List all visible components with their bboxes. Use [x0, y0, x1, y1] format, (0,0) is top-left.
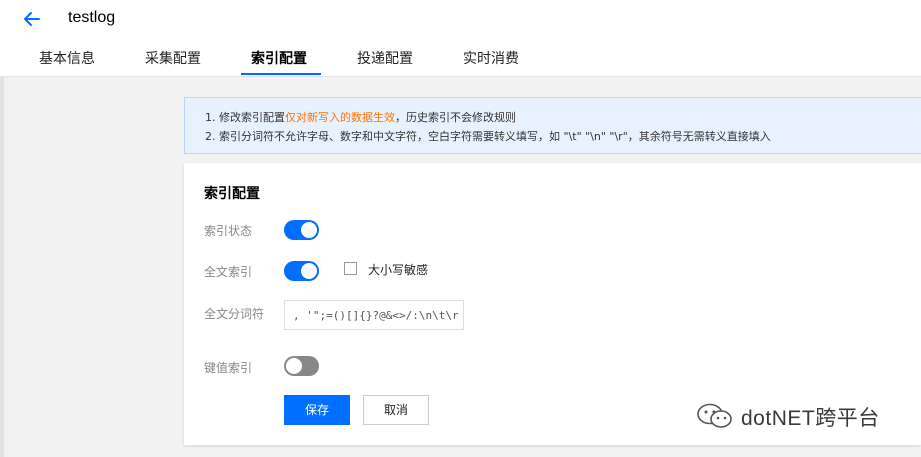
tab-basic-info[interactable]: 基本信息	[39, 48, 95, 76]
tab-label: 投递配置	[357, 51, 413, 67]
notice-text: 1. 修改索引配置	[205, 111, 285, 124]
sidebar-edge	[0, 77, 4, 457]
tab-label: 采集配置	[145, 51, 201, 67]
notice-text: ，历史索引不会修改规则	[395, 111, 516, 124]
save-button[interactable]: 保存	[284, 395, 350, 425]
notice-highlight: 仅对新写入的数据生效	[285, 111, 395, 124]
tab-realtime-consume[interactable]: 实时消费	[463, 48, 519, 76]
kv-index-label: 键值索引	[204, 361, 253, 375]
active-tab-indicator	[241, 73, 321, 75]
tab-label: 实时消费	[463, 51, 519, 67]
notice-line-2: 2. 索引分词符不允许字母、数字和中文字符，空白字符需要转义填写，如 "\t" …	[205, 130, 771, 143]
index-status-toggle[interactable]	[284, 220, 319, 240]
kv-index-toggle[interactable]	[284, 356, 319, 376]
tab-label: 索引配置	[251, 51, 307, 67]
fulltext-index-toggle[interactable]	[284, 261, 319, 281]
index-status-label: 索引状态	[204, 224, 253, 238]
watermark-text: dotNET跨平台	[741, 407, 880, 430]
delimiter-label: 全文分词符	[204, 307, 265, 321]
cancel-button[interactable]: 取消	[363, 395, 429, 425]
notice-line-1: 1. 修改索引配置仅对新写入的数据生效，历史索引不会修改规则	[205, 109, 516, 125]
card-title: 索引配置	[204, 186, 260, 202]
page-title: testlog	[68, 9, 116, 26]
notice-banner: 1. 修改索引配置仅对新写入的数据生效，历史索引不会修改规则 2. 索引分词符不…	[184, 97, 921, 154]
wechat-icon	[697, 403, 732, 428]
case-sensitive-label: 大小写敏感	[368, 263, 429, 277]
case-sensitive-checkbox[interactable]	[344, 262, 357, 275]
toggle-knob	[301, 222, 317, 238]
toggle-knob	[286, 358, 302, 374]
tab-label: 基本信息	[39, 51, 95, 67]
back-arrow-icon[interactable]	[22, 9, 42, 29]
tab-collection-config[interactable]: 采集配置	[145, 48, 201, 76]
tab-index-config[interactable]: 索引配置	[241, 48, 321, 76]
delimiter-input[interactable]: , '";=()[]{}?@&<>/:\n\t\r	[284, 300, 464, 330]
fulltext-index-label: 全文索引	[204, 265, 253, 279]
top-bar: testlog 基本信息 采集配置 索引配置 投递配置 实时消费	[0, 0, 921, 77]
toggle-knob	[301, 263, 317, 279]
tab-delivery-config[interactable]: 投递配置	[357, 48, 413, 76]
